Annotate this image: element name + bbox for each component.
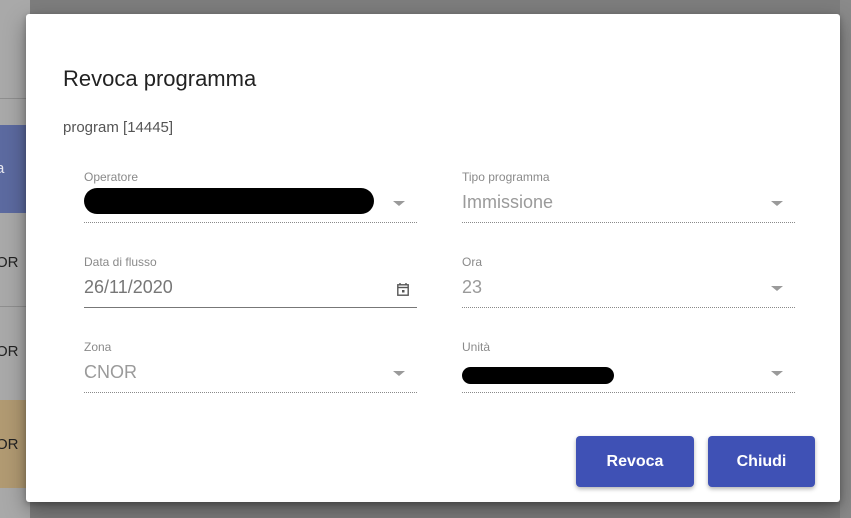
chevron-down-icon[interactable]	[393, 371, 405, 376]
field-underline	[84, 307, 417, 308]
dialog-subtitle: program [14445]	[63, 119, 174, 136]
chevron-down-icon[interactable]	[771, 286, 783, 291]
operatore-label: Operatore	[84, 170, 139, 184]
chevron-down-icon[interactable]	[771, 371, 783, 376]
zona-value: CNOR	[84, 362, 137, 382]
chevron-down-icon[interactable]	[771, 201, 783, 206]
zona-label: Zona	[84, 340, 112, 354]
zona-select[interactable]: Zona CNOR	[84, 340, 417, 396]
unita-label: Unità	[462, 340, 491, 354]
operatore-select[interactable]: Operatore	[84, 170, 417, 226]
data-flusso-label: Data di flusso	[84, 255, 157, 269]
chevron-down-icon[interactable]	[393, 201, 405, 206]
tipo-programma-label: Tipo programma	[462, 170, 550, 184]
redaction-mark	[84, 188, 374, 214]
data-flusso-input[interactable]: Data di flusso 26/11/2020	[84, 255, 417, 311]
redaction-mark	[462, 367, 614, 384]
tipo-programma-select[interactable]: Tipo programma Immissione	[462, 170, 795, 226]
ora-select[interactable]: Ora 23	[462, 255, 795, 311]
dialog-title: Revoca programma	[63, 66, 257, 91]
calendar-icon[interactable]	[397, 283, 409, 296]
data-flusso-value: 26/11/2020	[84, 277, 173, 297]
field-underline	[462, 392, 795, 393]
chiudi-button[interactable]: Chiudi	[708, 436, 815, 487]
revoca-dialog: Revoca programma program [14445] Operato…	[26, 14, 840, 502]
unita-select[interactable]: Unità	[462, 340, 795, 396]
ora-label: Ora	[462, 255, 483, 269]
field-underline	[462, 307, 795, 308]
field-underline	[84, 392, 417, 393]
revoca-button[interactable]: Revoca	[576, 436, 694, 487]
field-underline	[84, 222, 417, 223]
background-page-edge	[840, 0, 851, 518]
field-underline	[462, 222, 795, 223]
tipo-programma-value: Immissione	[462, 192, 554, 212]
ora-value: 23	[462, 277, 483, 297]
